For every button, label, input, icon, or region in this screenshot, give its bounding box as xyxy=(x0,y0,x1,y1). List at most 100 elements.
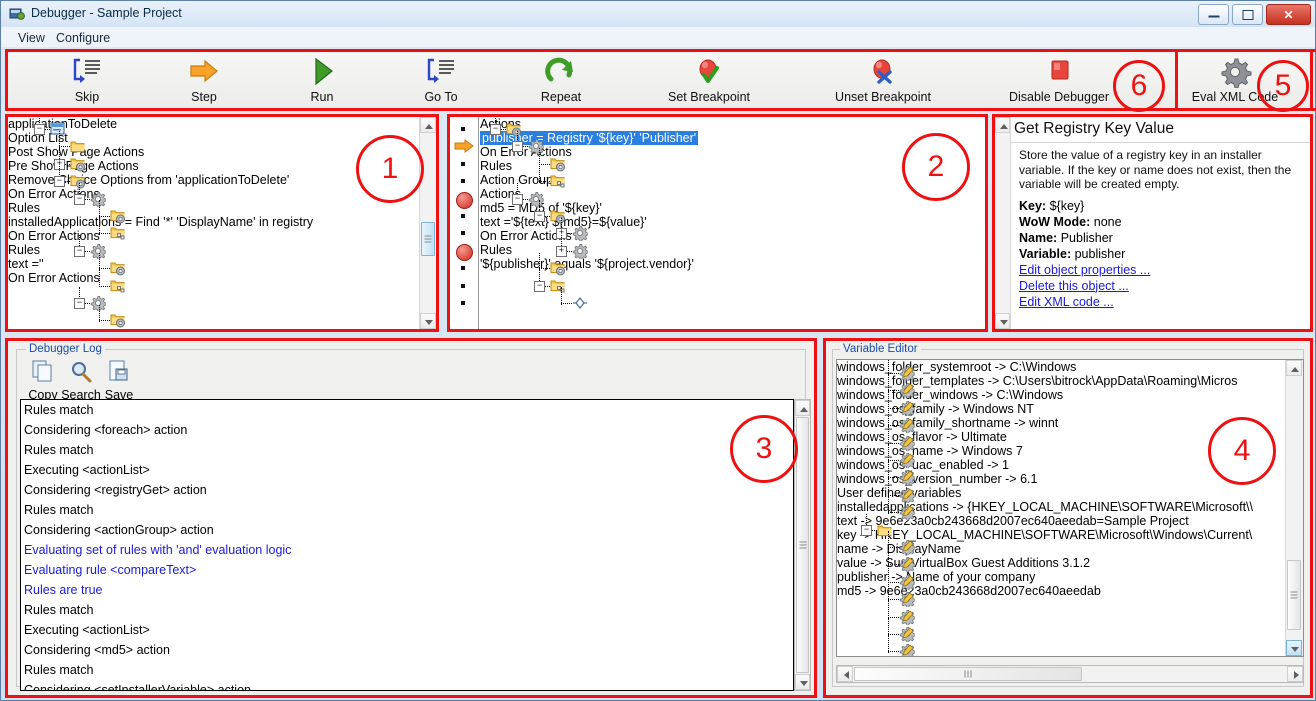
variable-scroll-down[interactable] xyxy=(1286,640,1302,656)
toolbar-button-goto[interactable]: Go To xyxy=(387,55,495,109)
gutter-dot[interactable] xyxy=(461,301,465,305)
close-button[interactable]: ✕ xyxy=(1266,4,1311,25)
tree-toggle-minus[interactable]: − xyxy=(74,245,85,257)
variable-hscroll-thumb[interactable] xyxy=(854,667,1082,681)
property-name: Name: Publisher xyxy=(1011,230,1310,246)
tree-toggle-minus[interactable]: − xyxy=(490,124,501,135)
scroll-up-arrow[interactable] xyxy=(420,117,436,133)
scroll-down-arrow[interactable] xyxy=(420,313,436,329)
tree-row-icon xyxy=(899,539,916,556)
menu-configure[interactable]: Configure xyxy=(51,30,115,46)
log-scroll-up[interactable] xyxy=(795,400,810,416)
log-line: Considering <actionGroup> action xyxy=(24,523,214,537)
tree-row-label[interactable]: publisher = Registry '${key}' 'Publisher… xyxy=(480,131,985,145)
tree-row-icon xyxy=(50,121,66,137)
tree-toggle-plus[interactable]: + xyxy=(556,245,567,257)
toolbar-button-run[interactable]: Run xyxy=(268,55,376,109)
tree-toggle-minus[interactable]: − xyxy=(512,193,523,205)
var-gear-icon xyxy=(899,435,916,452)
variable-editor-group-label: Variable Editor xyxy=(840,343,921,355)
gutter-dot[interactable] xyxy=(461,161,465,166)
edit-xml-code-link[interactable]: Edit XML code ... xyxy=(1011,294,1310,310)
gutter-dot[interactable] xyxy=(461,231,465,236)
delete-this-object-link[interactable]: Delete this object ... xyxy=(1011,278,1310,294)
annotation-5: 5 xyxy=(1257,60,1309,112)
tree-toggle-minus[interactable]: − xyxy=(34,124,45,135)
scroll-thumb[interactable] xyxy=(421,222,435,256)
breakpoint-marker[interactable] xyxy=(456,243,473,261)
gutter-dot[interactable] xyxy=(461,283,465,288)
tree-connector xyxy=(888,390,899,392)
log-save-button[interactable]: Save xyxy=(96,359,142,402)
properties-title: Get Registry Key Value xyxy=(1011,117,1310,143)
toolbar-button-repeat[interactable]: Repeat xyxy=(507,55,615,109)
toolbar-button-skip[interactable]: Skip xyxy=(33,55,141,109)
variable-tree-scrollbar[interactable] xyxy=(1285,360,1303,656)
app-icon xyxy=(9,8,25,20)
properties-scrollbar[interactable] xyxy=(995,117,1011,329)
debugger-log-group-label: Debugger Log xyxy=(26,343,105,355)
unset-breakpoint-icon xyxy=(813,55,953,89)
log-scroll-thumb[interactable] xyxy=(796,417,809,673)
properties-scroll-up[interactable] xyxy=(995,117,1010,133)
variable-tree[interactable]: windows_folder_systemroot -> C:\Windows w… xyxy=(837,360,1287,656)
debugger-log-panel: Debugger Log Copy Search Save Rules matc… xyxy=(5,338,817,698)
project-tree[interactable]: −applicationToDeleteOption List+Post Sho… xyxy=(8,117,420,329)
folder-action-icon xyxy=(550,158,565,172)
tree-row-label[interactable]: Rules xyxy=(8,201,420,215)
tree-row-label[interactable]: installedApplications = Find '*' 'Displa… xyxy=(8,215,420,229)
edit-object-properties-link[interactable]: Edit object properties ... xyxy=(1011,262,1310,278)
maximize-button[interactable] xyxy=(1232,4,1263,25)
gutter-dot[interactable] xyxy=(461,127,465,131)
folder-rules-icon xyxy=(550,175,565,188)
minimize-button[interactable] xyxy=(1198,4,1229,25)
breakpoint-marker[interactable] xyxy=(456,191,473,209)
log-line: Considering <foreach> action xyxy=(24,423,188,437)
toolbar-button-set-breakpoint[interactable]: Set Breakpoint xyxy=(649,55,769,109)
breakpoint-gutter[interactable] xyxy=(450,117,479,329)
toolbar-button-unset-breakpoint[interactable]: Unset Breakpoint xyxy=(813,55,953,109)
tree-toggle-minus[interactable]: − xyxy=(74,193,85,205)
run-play-icon xyxy=(268,55,376,89)
property-wow-mode-value: none xyxy=(1093,214,1122,229)
tree-row-icon xyxy=(550,173,566,189)
variable-scroll-up[interactable] xyxy=(1286,360,1302,376)
variable-scroll-thumb[interactable] xyxy=(1287,560,1301,630)
tree-row-label[interactable]: Rules xyxy=(8,243,420,257)
current-step-arrow-icon xyxy=(454,139,474,154)
tree-row-label[interactable]: On Error Actions xyxy=(8,271,420,285)
tree-row-icon xyxy=(899,452,916,469)
log-scroll-down[interactable] xyxy=(795,674,810,690)
tree-toggle-minus[interactable]: − xyxy=(534,280,545,292)
tree-toggle-minus[interactable]: − xyxy=(54,176,65,188)
gutter-dot[interactable] xyxy=(461,179,465,184)
gutter-dot[interactable] xyxy=(461,214,465,218)
toolbar-button-step[interactable]: Step xyxy=(150,55,258,109)
project-tree-scrollbar[interactable] xyxy=(419,117,436,329)
tree-toggle-minus[interactable]: − xyxy=(512,141,523,153)
tree-row-icon xyxy=(572,225,589,243)
var-gear-icon xyxy=(899,418,916,435)
tree-toggle-minus[interactable]: − xyxy=(861,524,872,536)
property-name-value: Publisher xyxy=(1060,230,1113,245)
property-name-label: Name: xyxy=(1019,230,1058,245)
variable-hscroll-right[interactable] xyxy=(1287,666,1303,682)
property-key-value: ${key} xyxy=(1049,198,1085,213)
tree-row-label[interactable]: text ='' xyxy=(8,257,420,271)
gear-icon xyxy=(90,296,107,312)
toolbar-button-disable-debugger[interactable]: Disable Debugger xyxy=(989,55,1129,109)
log-line: Rules match xyxy=(24,503,94,517)
debugger-log-text[interactable]: Rules match Considering <foreach> action R… xyxy=(20,399,794,691)
tree-row-label[interactable]: applicationToDelete xyxy=(8,117,420,131)
annotation-2: 2 xyxy=(902,133,970,201)
tree-row-icon xyxy=(110,260,126,276)
tree-row-label[interactable]: On Error Actions xyxy=(8,229,420,243)
properties-scroll-down[interactable] xyxy=(995,313,1010,329)
tree-toggle-minus[interactable]: − xyxy=(74,298,85,309)
tree-toggle-minus[interactable]: − xyxy=(534,211,545,222)
variable-hscroll-left[interactable] xyxy=(837,666,853,682)
variable-editor-hscrollbar[interactable] xyxy=(836,665,1304,683)
tree-row-label[interactable]: Actions xyxy=(480,117,985,131)
gutter-dot[interactable] xyxy=(461,266,465,271)
menu-view[interactable]: View xyxy=(13,30,50,46)
